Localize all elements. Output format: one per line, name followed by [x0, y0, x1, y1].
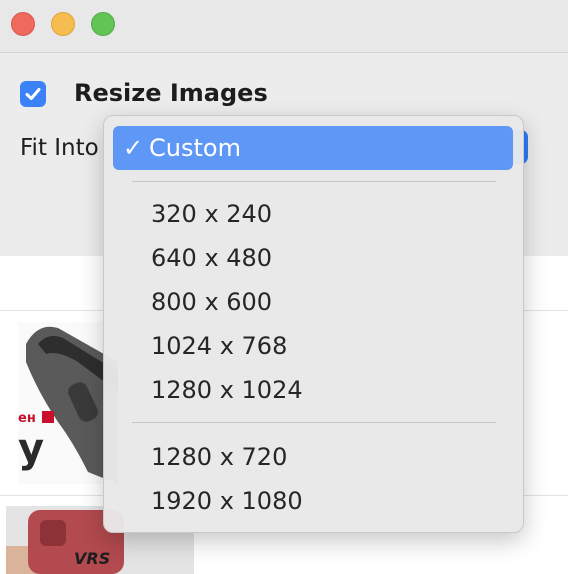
resize-images-checkbox[interactable] — [20, 81, 46, 107]
menu-item-1280x1024[interactable]: 1280 x 1024 — [113, 368, 513, 412]
resize-images-label: Resize Images — [74, 79, 268, 107]
checkmark-icon — [25, 88, 41, 100]
minimize-window-button[interactable] — [51, 12, 75, 36]
close-window-button[interactable] — [11, 12, 35, 36]
checkmark-icon: ✓ — [123, 134, 144, 162]
menu-item-1280x720[interactable]: 1280 x 720 — [113, 435, 513, 479]
menu-item-1024x768[interactable]: 1024 x 768 — [113, 324, 513, 368]
menu-item-640x480[interactable]: 640 x 480 — [113, 236, 513, 280]
zoom-window-button[interactable] — [91, 12, 115, 36]
fit-into-label: Fit Into — [20, 135, 99, 161]
menu-item-custom[interactable]: ✓ Custom — [113, 126, 513, 170]
svg-text:VRS: VRS — [74, 549, 110, 568]
window-titlebar — [0, 0, 568, 53]
menu-item-320x240[interactable]: 320 x 240 — [113, 192, 513, 236]
menu-separator — [132, 181, 496, 182]
menu-separator — [132, 422, 496, 423]
svg-text:y: y — [18, 426, 44, 472]
svg-text:ен: ен — [18, 411, 36, 426]
menu-item-1920x1080[interactable]: 1920 x 1080 — [113, 479, 513, 523]
fit-into-dropdown-menu: ✓ Custom 320 x 240 640 x 480 800 x 600 10… — [103, 115, 524, 533]
menu-item-800x600[interactable]: 800 x 600 — [113, 280, 513, 324]
